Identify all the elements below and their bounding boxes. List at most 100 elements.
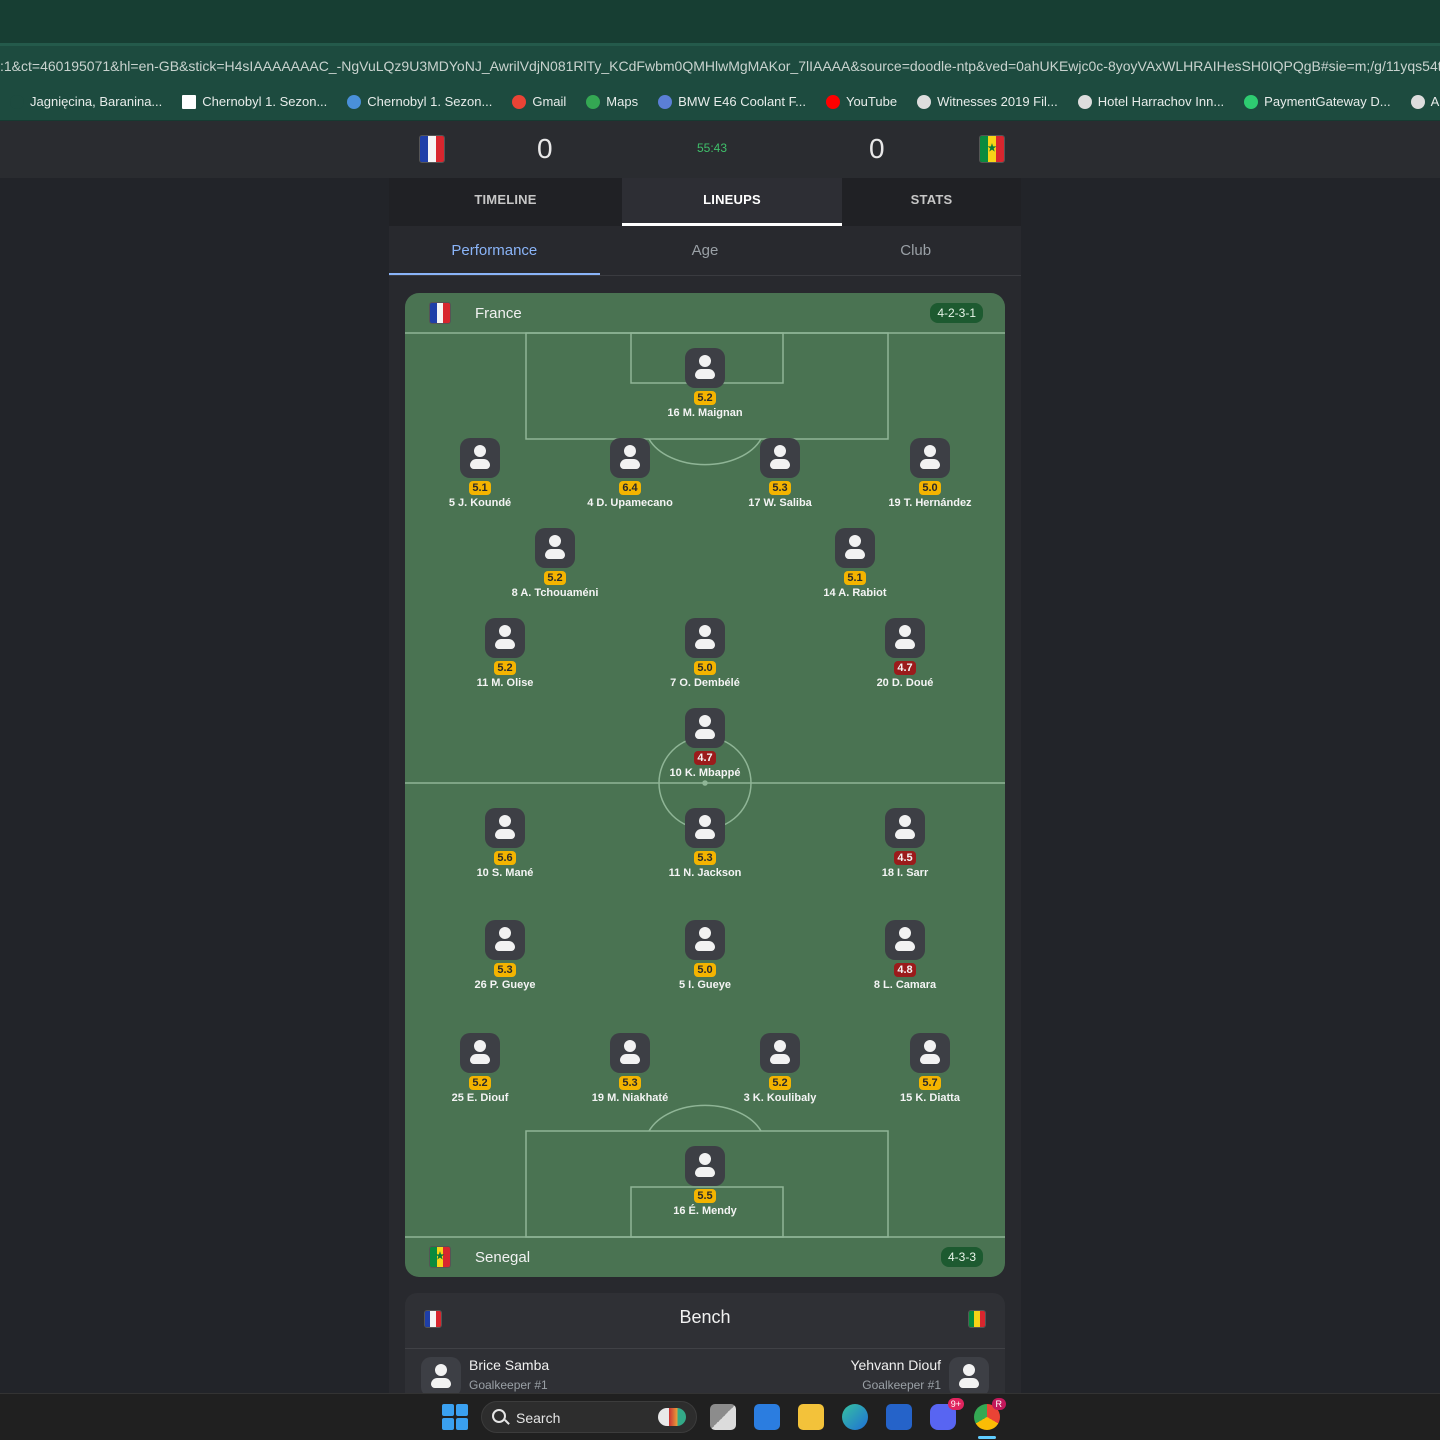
bookmark-item[interactable]: Jagnięcina, Baranina... [0, 87, 172, 117]
player-marker[interactable]: 5.1 14 A. Rabiot [790, 528, 920, 599]
player-marker[interactable]: 5.2 3 K. Koulibaly [715, 1033, 845, 1104]
bookmark-item[interactable]: YouTube [816, 87, 907, 117]
bookmark-label: Chernobyl 1. Sezon... [202, 94, 328, 109]
bmw-site-icon [658, 94, 673, 109]
player-marker[interactable]: 4.7 20 D. Doué [840, 618, 970, 689]
player-marker[interactable]: 5.3 26 P. Gueye [440, 920, 570, 991]
chrome-icon[interactable]: R [974, 1398, 1006, 1430]
player-name: 11 M. Olise [476, 677, 534, 689]
player-name: 19 M. Niakhaté [591, 1092, 669, 1104]
subtab-club[interactable]: Club [810, 226, 1021, 275]
bookmark-item[interactable]: PaymentGateway D... [1234, 87, 1400, 117]
tab-stats[interactable]: STATS [842, 178, 1021, 226]
player-avatar-icon [485, 618, 525, 658]
player-rating-badge: 5.0 [694, 963, 716, 977]
player-rating-badge: 5.0 [694, 661, 716, 675]
tab-lineups[interactable]: LINEUPS [622, 178, 842, 226]
blank-page-icon [182, 94, 197, 109]
subtab-age[interactable]: Age [600, 226, 811, 275]
player-marker[interactable]: 5.0 7 O. Dembélé [640, 618, 770, 689]
player-rating-badge: 5.1 [469, 481, 491, 495]
bookmark-label: Авиабилеты [1430, 94, 1440, 109]
player-avatar-icon [421, 1357, 461, 1393]
player-marker[interactable]: 5.1 5 J. Koundé [415, 438, 545, 509]
bookmark-item[interactable]: BMW E46 Coolant F... [648, 87, 816, 117]
player-marker[interactable]: 4.5 18 I. Sarr [840, 808, 970, 879]
player-marker[interactable]: 6.4 4 D. Upamecano [565, 438, 695, 509]
tab-timeline[interactable]: TIMELINE [389, 178, 622, 226]
player-marker[interactable]: 5.2 25 E. Diouf [415, 1033, 545, 1104]
player-rating-badge: 5.3 [694, 851, 716, 865]
player-name: 7 O. Dembélé [670, 677, 740, 689]
player-name: 5 J. Koundé [448, 497, 512, 509]
bookmark-item[interactable]: Witnesses 2019 Fil... [907, 87, 1068, 117]
player-name: 5 I. Gueye [679, 979, 731, 991]
bookmark-item[interactable]: Hotel Harrachov Inn... [1068, 87, 1234, 117]
windows-start-icon[interactable] [442, 1404, 468, 1430]
france-flag-icon [419, 135, 445, 163]
player-avatar-icon [685, 920, 725, 960]
player-rating-badge: 5.0 [919, 481, 941, 495]
globe-icon [1410, 94, 1425, 109]
bookmark-item[interactable]: Chernobyl 1. Sezon... [337, 87, 502, 117]
player-marker[interactable]: 5.2 16 M. Maignan [640, 348, 770, 419]
bench-panel: Bench Brice Samba Goalkeeper #1 Yehvann … [405, 1293, 1005, 1393]
bookmark-label: Gmail [532, 94, 567, 109]
bench-away-player[interactable]: Yehvann Diouf Goalkeeper #1 [850, 1357, 989, 1393]
player-avatar-icon [535, 528, 575, 568]
bookmark-label: Hotel Harrachov Inn... [1097, 94, 1225, 109]
file-explorer-icon[interactable] [798, 1404, 824, 1430]
match-tabs: TIMELINE LINEUPS STATS [389, 178, 1021, 226]
bookmark-item[interactable]: Maps [576, 87, 648, 117]
player-avatar-icon [885, 618, 925, 658]
bookmark-item[interactable]: Gmail [502, 87, 576, 117]
player-marker[interactable]: 5.7 15 K. Diatta [865, 1033, 995, 1104]
player-avatar-icon [685, 708, 725, 748]
player-marker[interactable]: 5.0 5 I. Gueye [640, 920, 770, 991]
player-avatar-icon [685, 618, 725, 658]
player-rating-badge: 5.2 [769, 1076, 791, 1090]
globe-icon [1077, 94, 1092, 109]
player-marker[interactable]: 5.3 19 M. Niakhaté [565, 1033, 695, 1104]
player-rating-badge: 5.5 [694, 1189, 716, 1203]
outlook-icon[interactable] [886, 1404, 912, 1430]
player-rating-badge: 4.7 [694, 751, 716, 765]
discord-icon[interactable]: 9+ [930, 1398, 964, 1430]
player-marker[interactable]: 4.7 10 K. Mbappé [640, 708, 770, 779]
player-marker[interactable]: 5.2 11 M. Olise [440, 618, 570, 689]
store-icon[interactable] [754, 1404, 780, 1430]
player-marker[interactable]: 4.8 8 L. Camara [840, 920, 970, 991]
task-view-icon[interactable] [710, 1404, 736, 1430]
player-name: 16 É. Mendy [673, 1205, 737, 1217]
player-name: 20 D. Doué [876, 677, 934, 689]
bench-home-player[interactable]: Brice Samba Goalkeeper #1 [421, 1357, 549, 1393]
maps-icon [586, 94, 601, 109]
taskbar-search-input[interactable]: Search [481, 1401, 697, 1433]
player-marker[interactable]: 5.6 10 S. Mané [440, 808, 570, 879]
senegal-flag-icon [968, 1310, 986, 1328]
player-avatar-icon [885, 920, 925, 960]
discord-badge: 9+ [947, 1398, 964, 1410]
z-logo-icon [1244, 94, 1259, 109]
bookmark-item[interactable]: Chernobyl 1. Sezon... [172, 87, 337, 117]
search-icon [492, 1409, 506, 1423]
player-marker[interactable]: 5.5 16 É. Mendy [640, 1146, 770, 1217]
bookmark-item[interactable]: Авиабилеты [1401, 87, 1440, 117]
player-rating-badge: 5.2 [544, 571, 566, 585]
subtab-performance[interactable]: Performance [389, 226, 600, 275]
player-name: 11 N. Jackson [668, 867, 742, 879]
player-avatar-icon [760, 1033, 800, 1073]
player-name: 10 S. Mané [476, 867, 534, 879]
player-rating-badge: 5.2 [694, 391, 716, 405]
address-bar[interactable]: :1&ct=460195071&hl=en-GB&stick=H4sIAAAAA… [0, 43, 1440, 83]
bookmark-label: Chernobyl 1. Sezon... [367, 94, 493, 109]
player-name: 26 P. Gueye [474, 979, 536, 991]
player-marker[interactable]: 5.3 17 W. Saliba [715, 438, 845, 509]
film-reel-icon [917, 94, 932, 109]
bookmark-label: BMW E46 Coolant F... [678, 94, 806, 109]
edge-icon[interactable] [842, 1404, 868, 1430]
player-rating-badge: 5.7 [919, 1076, 941, 1090]
player-marker[interactable]: 5.2 8 A. Tchouaméni [490, 528, 620, 599]
player-marker[interactable]: 5.3 11 N. Jackson [640, 808, 770, 879]
player-marker[interactable]: 5.0 19 T. Hernández [865, 438, 995, 509]
